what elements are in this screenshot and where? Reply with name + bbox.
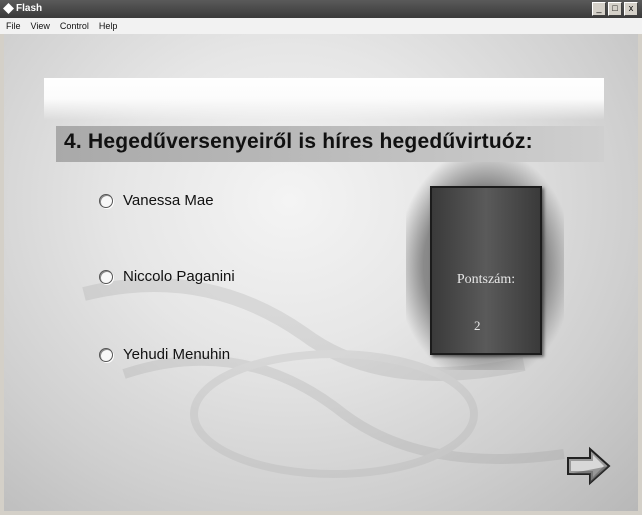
flash-stage: 4. Hegedűversenyeiről is híres hegedűvir… (4, 34, 638, 511)
score-panel: Pontszám: 2 (430, 186, 542, 355)
menu-bar: File View Control Help (0, 18, 642, 34)
score-value: 2 (474, 318, 481, 333)
radio-button[interactable] (99, 193, 113, 208)
radio-button[interactable] (99, 269, 113, 284)
answer-label: Vanessa Mae (123, 192, 214, 209)
minimize-button[interactable]: _ (592, 2, 606, 16)
window-title: Flash (16, 3, 43, 14)
title-bar: Flash _ □ x (0, 0, 642, 18)
answer-label: Yehudi Menuhin (123, 346, 231, 363)
answer-label: Niccolo Paganini (123, 268, 235, 285)
score-label: Pontszám: (456, 272, 516, 287)
menu-file[interactable]: File (6, 18, 21, 34)
radio-button[interactable] (99, 347, 113, 362)
flash-icon (3, 3, 14, 14)
menu-view[interactable]: View (31, 18, 50, 34)
close-button[interactable]: x (624, 2, 638, 16)
menu-control[interactable]: Control (60, 18, 89, 34)
window-controls: _ □ x (592, 2, 638, 16)
menu-help[interactable]: Help (99, 18, 118, 34)
answer-option-3[interactable]: Yehudi Menuhin (99, 346, 230, 363)
header-band (44, 78, 604, 120)
question-text: 4. Hegedűversenyeiről is híres hegedűvir… (64, 130, 533, 153)
right-arrow-icon[interactable] (564, 446, 612, 486)
answer-option-1[interactable]: Vanessa Mae (99, 192, 214, 209)
maximize-button[interactable]: □ (608, 2, 622, 16)
answer-option-2[interactable]: Niccolo Paganini (99, 268, 235, 285)
app-window: Flash _ □ x File View Control Help 4. He… (0, 0, 642, 515)
